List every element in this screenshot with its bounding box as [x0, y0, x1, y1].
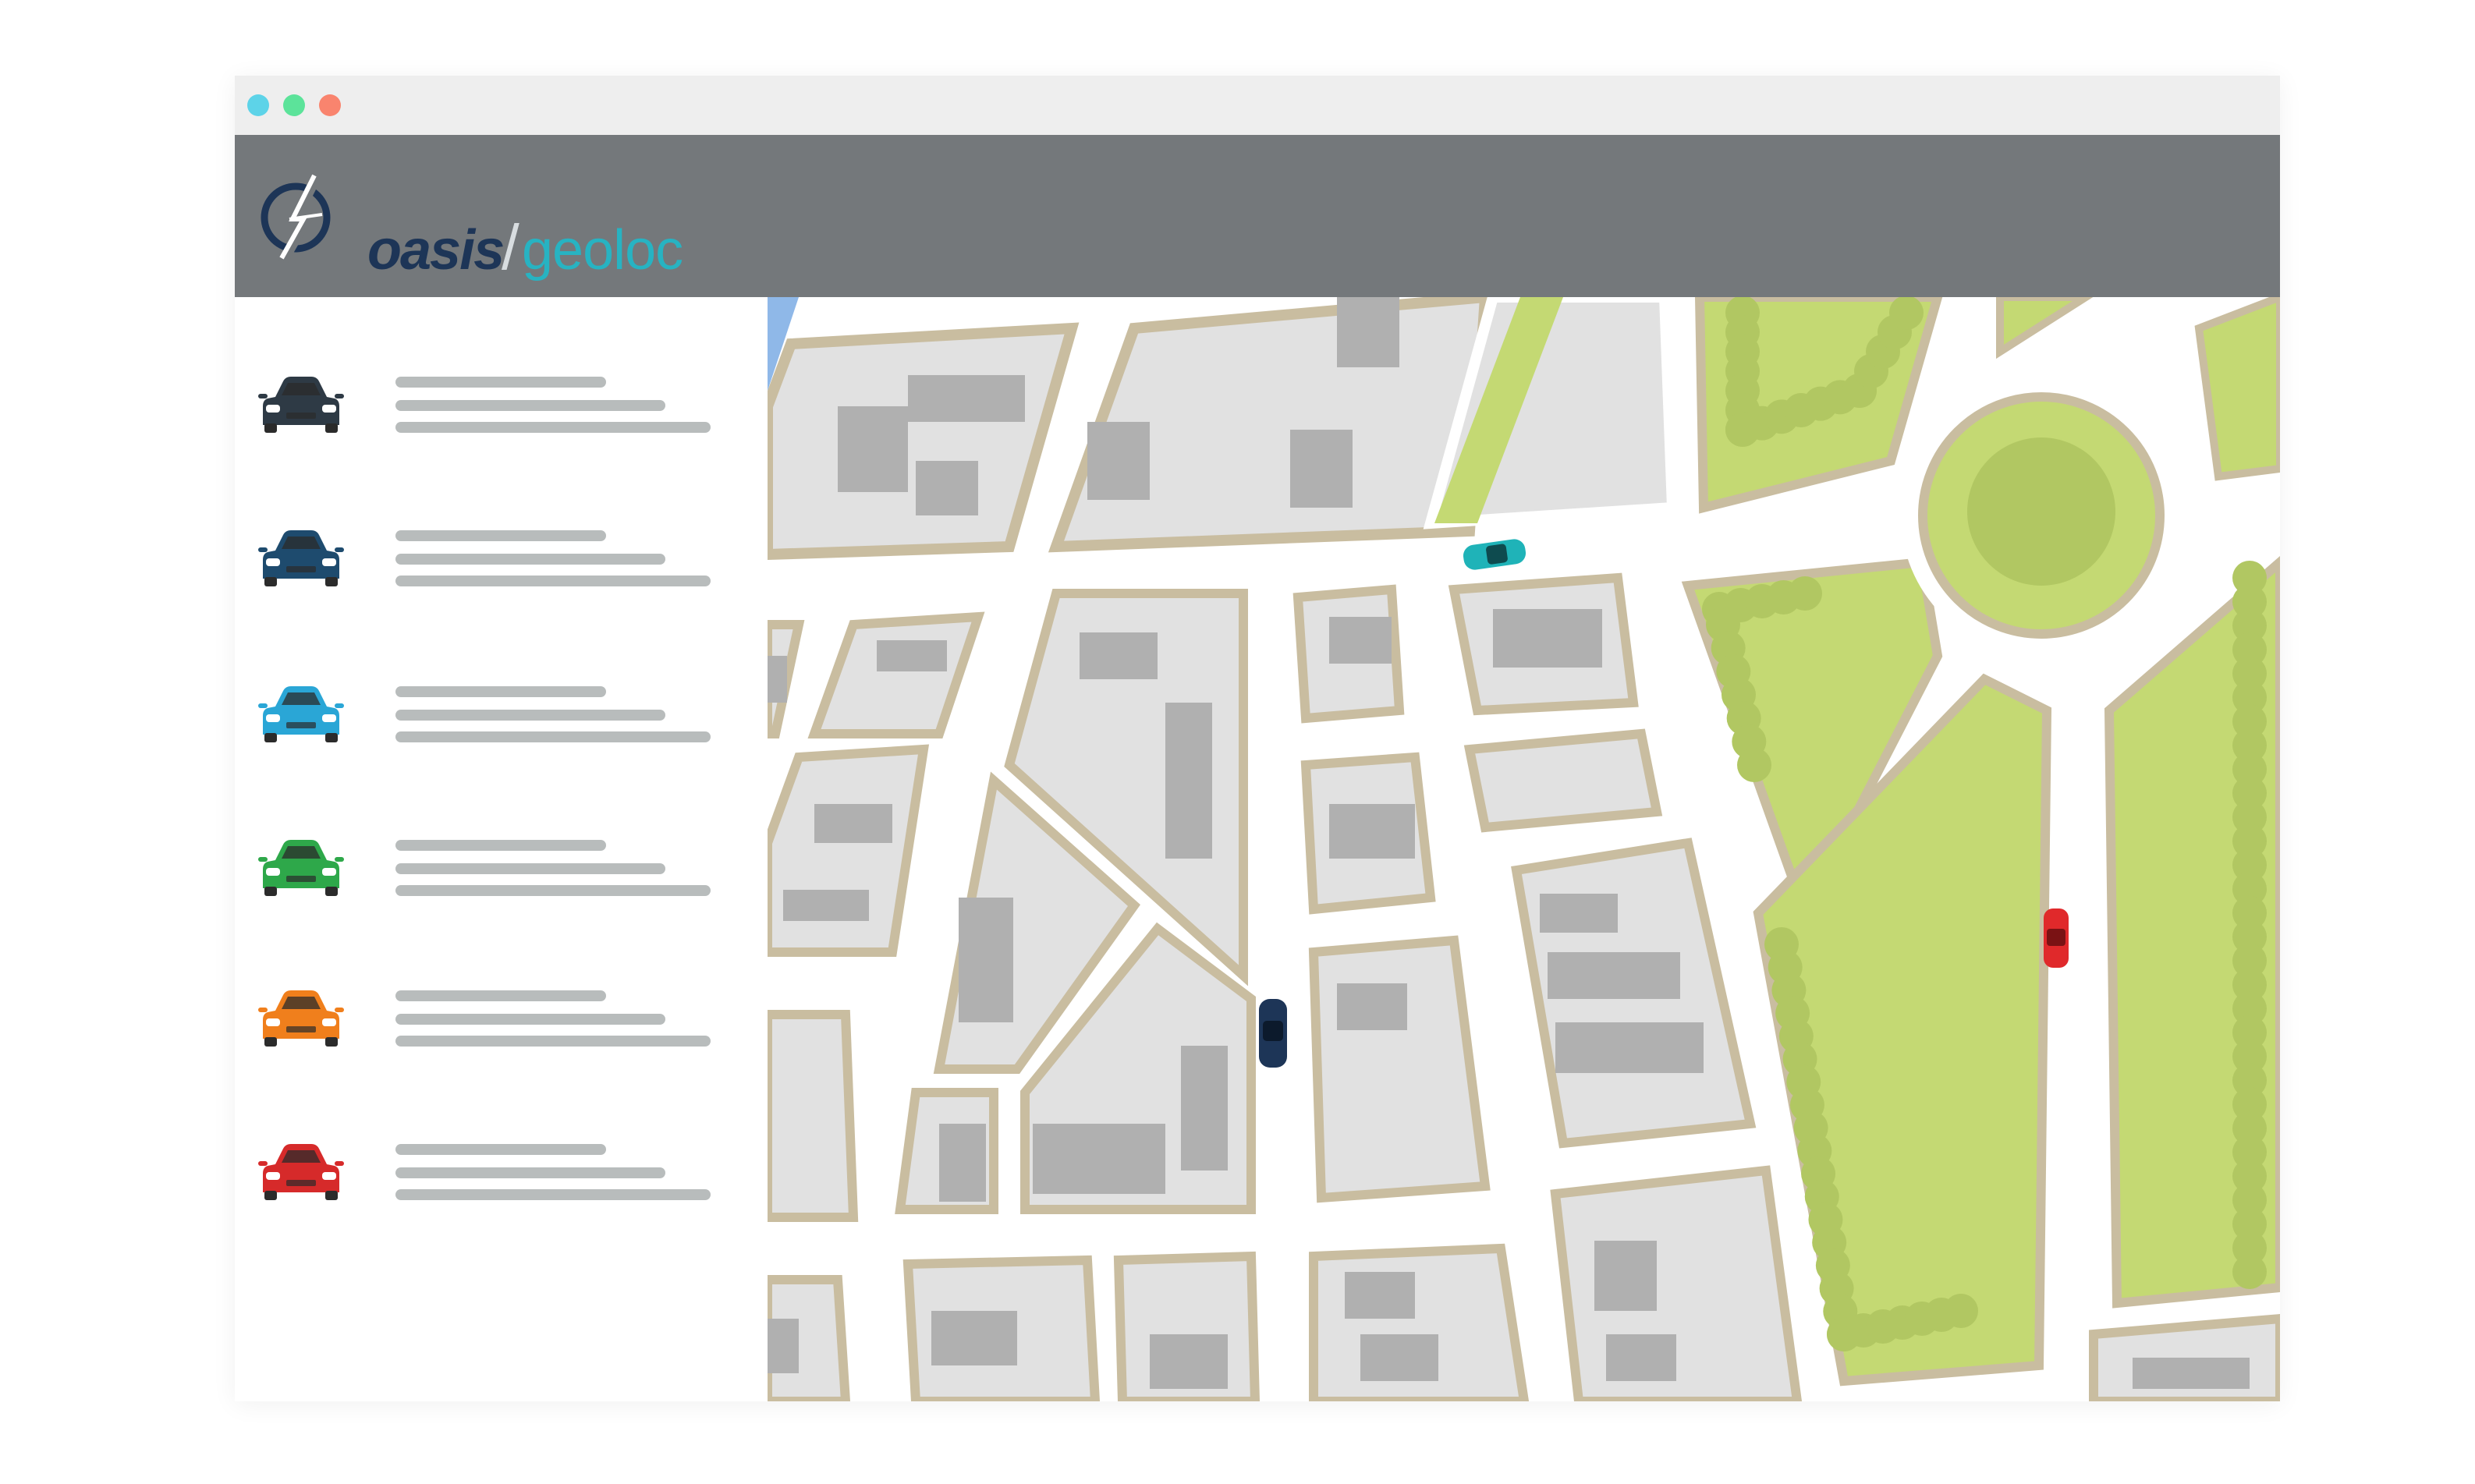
- car-front-icon: [258, 686, 344, 742]
- vehicle-name-placeholder: [395, 990, 606, 1001]
- building: [1594, 1241, 1657, 1311]
- vehicle-detail-placeholder: [395, 554, 665, 565]
- vehicle-name-placeholder: [395, 377, 606, 388]
- building: [1337, 297, 1399, 367]
- building: [1555, 1022, 1704, 1073]
- building: [1033, 1124, 1165, 1194]
- car-front-icon: [258, 530, 344, 586]
- building: [931, 1311, 1017, 1365]
- block: [1463, 728, 1663, 833]
- building: [1337, 983, 1407, 1030]
- vehicle-detail-placeholder: [395, 885, 711, 896]
- car-front-icon: [258, 840, 344, 896]
- vehicle-detail-placeholder: [395, 1014, 665, 1025]
- building: [908, 375, 1025, 422]
- building: [1181, 1046, 1228, 1171]
- map-vehicle-window: [1486, 544, 1508, 565]
- car-front-icon: [258, 377, 344, 433]
- window-titlebar: [235, 76, 2280, 135]
- vehicle-list-item[interactable]: [258, 1141, 726, 1219]
- tree: [1737, 748, 1771, 782]
- vehicle-detail-placeholder: [395, 576, 711, 586]
- window-control-minimize[interactable]: [247, 94, 269, 116]
- block: [768, 1010, 859, 1222]
- vehicle-detail-placeholder: [395, 422, 711, 433]
- tree: [2232, 1255, 2267, 1289]
- vehicle-detail-placeholder: [395, 1167, 665, 1178]
- building: [1548, 952, 1680, 999]
- vehicle-detail-placeholder: [395, 1189, 711, 1200]
- vehicle-detail-placeholder: [395, 731, 711, 742]
- building: [1290, 430, 1353, 508]
- map-vehicle-red[interactable]: [2044, 908, 2069, 968]
- building: [768, 1319, 799, 1373]
- vehicle-list-item[interactable]: [258, 837, 726, 915]
- logo-product: geoloc: [522, 219, 683, 282]
- tree: [1788, 576, 1822, 611]
- building: [1329, 617, 1392, 664]
- vehicle-detail-placeholder: [395, 863, 665, 874]
- logo-separator: /: [502, 212, 519, 283]
- vehicle-list-item[interactable]: [258, 374, 726, 452]
- map-vehicle-navy[interactable]: [1259, 999, 1287, 1068]
- vehicle-list-item[interactable]: [258, 683, 726, 761]
- building: [1150, 1334, 1228, 1389]
- vehicle-name-placeholder: [395, 1144, 606, 1155]
- roundabout: [1901, 375, 2182, 656]
- tree: [1944, 1294, 1978, 1328]
- building: [2133, 1358, 2250, 1389]
- building: [814, 804, 892, 843]
- building: [1165, 703, 1212, 859]
- building: [1087, 422, 1150, 500]
- building: [1360, 1334, 1438, 1381]
- building: [1493, 609, 1602, 668]
- building: [768, 656, 787, 703]
- map-vehicle-window: [1263, 1021, 1283, 1041]
- car-front-icon: [258, 1144, 344, 1200]
- vehicle-name-placeholder: [395, 530, 606, 541]
- park-area: [2194, 297, 2280, 481]
- logo-brand: oasis: [367, 219, 505, 282]
- vehicle-name-placeholder: [395, 686, 606, 697]
- building: [783, 890, 869, 921]
- building: [1080, 632, 1158, 679]
- vehicle-detail-placeholder: [395, 710, 665, 721]
- building: [838, 406, 908, 492]
- block: [768, 744, 930, 957]
- vehicle-list-item[interactable]: [258, 527, 726, 605]
- tree: [1889, 297, 1924, 330]
- window-control-maximize[interactable]: [283, 94, 305, 116]
- city-map[interactable]: [768, 297, 2280, 1401]
- building: [1329, 804, 1415, 859]
- map-view[interactable]: [768, 297, 2280, 1401]
- building: [939, 1124, 986, 1202]
- building: [959, 898, 1013, 1022]
- vehicle-detail-placeholder: [395, 400, 665, 411]
- block: [1308, 935, 1491, 1203]
- building: [1540, 894, 1618, 933]
- building: [1606, 1334, 1676, 1381]
- map-vehicle-window: [2047, 929, 2065, 946]
- app-header: oasis / geoloc: [235, 135, 2280, 297]
- browser-window: oasis / geoloc: [235, 76, 2280, 1401]
- car-front-icon: [258, 990, 344, 1047]
- vehicle-list-sidebar: [235, 297, 768, 1401]
- vehicle-list-item[interactable]: [258, 987, 726, 1065]
- app-logo[interactable]: oasis / geoloc: [258, 166, 683, 280]
- compass-logo-icon: [261, 172, 331, 263]
- vehicle-name-placeholder: [395, 840, 606, 851]
- building: [1345, 1272, 1415, 1319]
- window-control-close[interactable]: [319, 94, 341, 116]
- building: [916, 461, 978, 515]
- vehicle-detail-placeholder: [395, 1036, 711, 1047]
- building: [877, 640, 947, 671]
